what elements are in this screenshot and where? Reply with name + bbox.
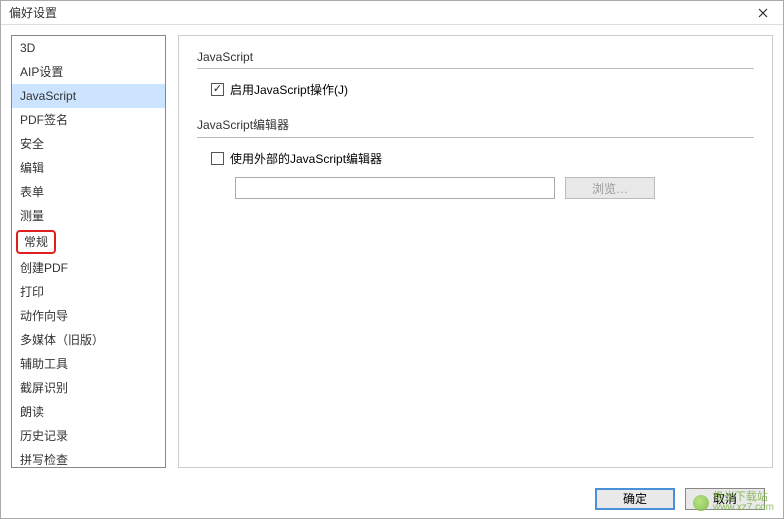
sidebar-item-label: 测量: [20, 209, 44, 223]
sidebar-item-10[interactable]: 打印: [12, 280, 165, 304]
sidebar-item-label: 常规: [24, 235, 48, 249]
use-external-editor-checkbox[interactable]: [211, 152, 224, 165]
sidebar-item-label: AIP设置: [20, 65, 63, 79]
dialog-title: 偏好设置: [9, 4, 57, 21]
sidebar-item-label: 创建PDF: [20, 261, 68, 275]
use-external-editor-row[interactable]: 使用外部的JavaScript编辑器: [211, 150, 754, 167]
sidebar-item-8[interactable]: 常规: [16, 230, 56, 254]
sidebar-item-11[interactable]: 动作向导: [12, 304, 165, 328]
sidebar-item-7[interactable]: 测量: [12, 204, 165, 228]
enable-javascript-row[interactable]: 启用JavaScript操作(J): [211, 81, 754, 98]
sidebar-item-label: 3D: [20, 41, 35, 55]
javascript-group: JavaScript 启用JavaScript操作(J): [197, 50, 754, 98]
sidebar-item-label: 编辑: [20, 161, 44, 175]
category-sidebar[interactable]: 3D AIP设置 JavaScript PDF签名安全编辑表单测量常规创建PDF 打印动…: [11, 35, 166, 468]
close-icon: [758, 8, 768, 18]
group-legend: JavaScript: [197, 50, 754, 64]
sidebar-item-15[interactable]: 朗读: [12, 400, 165, 424]
sidebar-item-label: 安全: [20, 137, 44, 151]
sidebar-item-13[interactable]: 辅助工具: [12, 352, 165, 376]
sidebar-item-12[interactable]: 多媒体（旧版）: [12, 328, 165, 352]
preferences-dialog: 偏好设置 3D AIP设置 JavaScript PDF签名安全编辑表单测量常规创建P…: [0, 0, 784, 519]
dialog-footer: 确定 取消: [1, 478, 783, 518]
dialog-content: 3D AIP设置 JavaScript PDF签名安全编辑表单测量常规创建PDF 打印动…: [1, 25, 783, 478]
editor-path-input[interactable]: [235, 177, 555, 199]
sidebar-item-3[interactable]: PDF签名: [12, 108, 165, 132]
ok-button[interactable]: 确定: [595, 488, 675, 510]
use-external-editor-label: 使用外部的JavaScript编辑器: [230, 150, 382, 167]
close-button[interactable]: [743, 1, 783, 25]
browse-button[interactable]: 浏览…: [565, 177, 655, 199]
sidebar-item-label: 截屏识别: [20, 381, 68, 395]
sidebar-item-label: JavaScript: [20, 89, 76, 103]
editor-path-row: 浏览…: [211, 177, 754, 199]
sidebar-item-label: 历史记录: [20, 429, 68, 443]
sidebar-item-0[interactable]: 3D: [12, 36, 165, 60]
cancel-button[interactable]: 取消: [685, 488, 765, 510]
sidebar-item-label: 动作向导: [20, 309, 68, 323]
titlebar: 偏好设置: [1, 1, 783, 25]
sidebar-item-16[interactable]: 历史记录: [12, 424, 165, 448]
sidebar-item-label: PDF签名: [20, 113, 68, 127]
sidebar-item-5[interactable]: 编辑: [12, 156, 165, 180]
divider: [197, 137, 754, 138]
sidebar-item-label: 打印: [20, 285, 44, 299]
enable-javascript-checkbox[interactable]: [211, 83, 224, 96]
sidebar-item-label: 拼写检查: [20, 453, 68, 467]
sidebar-item-label: 多媒体（旧版）: [20, 333, 104, 347]
sidebar-item-17[interactable]: 拼写检查: [12, 448, 165, 468]
sidebar-item-2[interactable]: JavaScript: [12, 84, 165, 108]
sidebar-item-14[interactable]: 截屏识别: [12, 376, 165, 400]
sidebar-item-1[interactable]: AIP设置: [12, 60, 165, 84]
sidebar-item-label: 朗读: [20, 405, 44, 419]
sidebar-item-label: 辅助工具: [20, 357, 68, 371]
sidebar-item-9[interactable]: 创建PDF: [12, 256, 165, 280]
divider: [197, 68, 754, 69]
sidebar-item-4[interactable]: 安全: [12, 132, 165, 156]
settings-panel: JavaScript 启用JavaScript操作(J) JavaScript编…: [178, 35, 773, 468]
sidebar-item-label: 表单: [20, 185, 44, 199]
sidebar-item-6[interactable]: 表单: [12, 180, 165, 204]
javascript-editor-group: JavaScript编辑器 使用外部的JavaScript编辑器 浏览…: [197, 116, 754, 199]
group-legend: JavaScript编辑器: [197, 116, 754, 133]
enable-javascript-label: 启用JavaScript操作(J): [230, 81, 348, 98]
